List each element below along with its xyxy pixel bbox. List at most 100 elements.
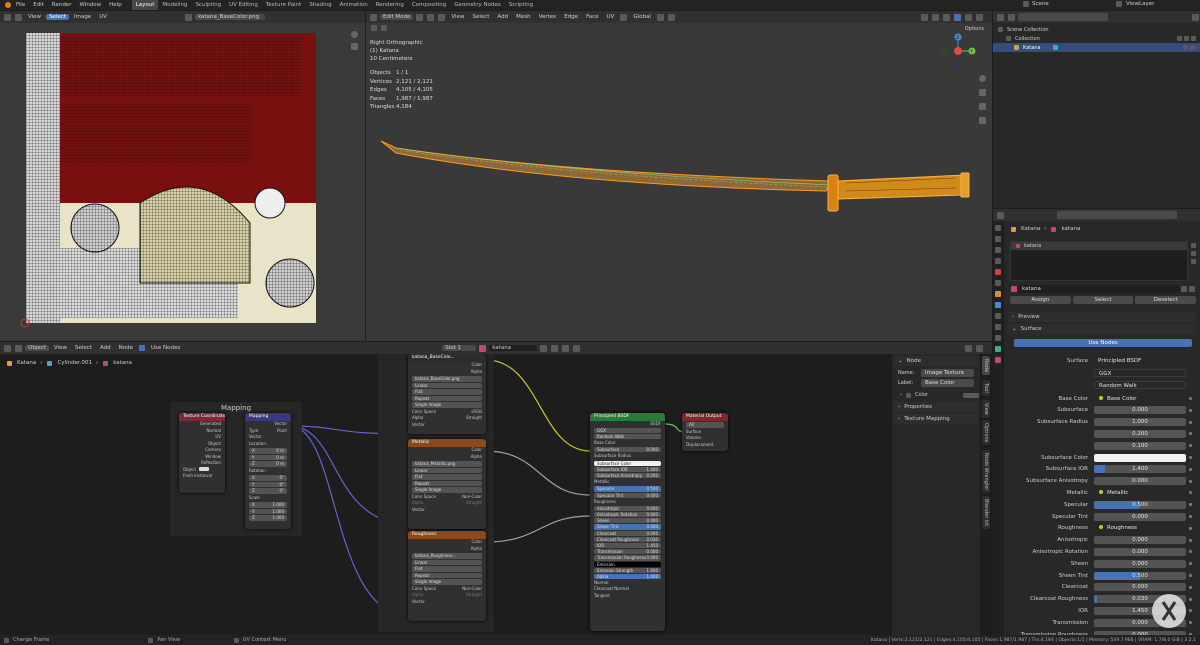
bsdf-input-field[interactable]: Transmission Roughness 0.000	[594, 555, 661, 561]
vp-menu-view[interactable]: View	[448, 14, 467, 20]
keyframe-dot-icon[interactable]	[1189, 420, 1192, 424]
material-name-field[interactable]: katana	[1018, 285, 1180, 293]
editor-type-icon[interactable]	[4, 344, 11, 352]
keyframe-dot-icon[interactable]	[1189, 408, 1192, 412]
node-input[interactable]: Vector	[408, 422, 486, 429]
tab-animation[interactable]: Animation	[336, 0, 372, 10]
subsurface-method-dropdown[interactable]: Random Walk	[594, 434, 661, 439]
keyframe-dot-icon[interactable]	[1189, 503, 1192, 507]
tab-compositing[interactable]: Compositing	[408, 0, 450, 10]
interpolation-dropdown[interactable]: Linear	[412, 467, 482, 473]
bsdf-input-field[interactable]: Emission	[594, 561, 661, 567]
shader-type-icon[interactable]	[15, 344, 22, 352]
shading-solid-icon[interactable]	[954, 13, 961, 21]
outliner-row-katana[interactable]: Katana	[993, 43, 1200, 52]
bsdf-input-socket[interactable]: Tangent	[590, 593, 665, 599]
modifier-tab-icon[interactable]	[995, 302, 1001, 308]
number-field[interactable]: 0.100	[1094, 441, 1186, 450]
image-browse-icon[interactable]	[185, 13, 193, 21]
rotation-z[interactable]: Z 0°	[249, 488, 287, 494]
zoom-icon[interactable]	[978, 75, 987, 84]
node-menu-view[interactable]: View	[51, 345, 70, 351]
keyframe-dot-icon[interactable]	[1189, 597, 1192, 601]
view-layer-tab-icon[interactable]	[995, 258, 1001, 264]
node-input[interactable]: Displacement	[682, 442, 728, 449]
scale-x[interactable]: X 1.000	[249, 502, 287, 508]
keyframe-dot-icon[interactable]	[1189, 621, 1192, 625]
keyframe-dot-icon[interactable]	[1189, 574, 1192, 577]
node-output[interactable]: Alpha	[408, 546, 486, 553]
material-tab-icon[interactable]	[995, 357, 1001, 363]
zoom-icon[interactable]	[350, 31, 358, 39]
xray-icon[interactable]	[932, 13, 939, 21]
number-field[interactable]: 0.000	[1094, 406, 1186, 415]
properties-search-input[interactable]	[1057, 211, 1177, 219]
surface-panel-header[interactable]: ⌄ Surface	[1008, 324, 1196, 334]
linked-input[interactable]: Base Color	[1094, 394, 1186, 403]
node-menu-add[interactable]: Add	[97, 345, 114, 351]
shading-render-icon[interactable]	[976, 13, 983, 21]
menu-help[interactable]: Help	[105, 2, 126, 8]
interpolation-dropdown[interactable]: Linear	[412, 559, 482, 565]
filter-icon[interactable]	[1008, 13, 1015, 21]
bsdf-input-field[interactable]: Clearcoat Roughness 0.030	[594, 536, 661, 542]
distribution-dropdown[interactable]: GGX	[594, 428, 661, 433]
node-output[interactable]: BSDF	[590, 421, 665, 427]
surface-shader-dropdown[interactable]: Principled BSDF	[1094, 356, 1186, 365]
uv-menu-select[interactable]: Select	[46, 14, 70, 20]
projection-dropdown[interactable]: Flat	[412, 566, 482, 572]
uv-menu-image[interactable]: Image	[71, 14, 94, 20]
world-tab-icon[interactable]	[995, 280, 1001, 286]
deselect-button[interactable]: Deselect	[1135, 296, 1197, 304]
node-menu-node[interactable]: Node	[116, 345, 136, 351]
camera-icon[interactable]	[1190, 45, 1195, 50]
overlay-icon[interactable]	[976, 344, 983, 352]
mode-dropdown[interactable]: Edit Mode	[380, 14, 414, 20]
uv-menu-uv[interactable]: UV	[96, 14, 110, 20]
shader-editor-area[interactable]: Katana › Cylinder.001 › katana Mapping T…	[0, 354, 992, 635]
number-field[interactable]: 0.000	[1094, 536, 1186, 545]
fake-user-icon[interactable]	[540, 344, 548, 352]
unlink-icon[interactable]	[562, 344, 570, 352]
hand-pan-icon[interactable]	[978, 89, 987, 98]
assign-button[interactable]: Assign	[1010, 296, 1071, 304]
sidebar-tab-node-wrangler[interactable]: Node Wrangler	[982, 450, 990, 494]
keyframe-dot-icon[interactable]	[1189, 526, 1192, 530]
extension-dropdown[interactable]: Repeat	[412, 395, 482, 401]
navigation-gizmo[interactable]: Z Y	[938, 31, 978, 71]
number-field[interactable]: 0.000	[1094, 547, 1186, 556]
constraints-tab-icon[interactable]	[995, 335, 1001, 341]
texture-coordinate-node[interactable]: Texture Coordinate Generated Normal UV O…	[179, 413, 225, 493]
base-color-texture-node[interactable]: katana_BaseColo... Color Alpha katana_Ba…	[408, 354, 486, 434]
object-tab-icon[interactable]	[995, 291, 1001, 297]
material-slot-list[interactable]: katana	[1010, 241, 1188, 281]
image-name-field[interactable]: katana_BaseColor.png	[195, 14, 266, 20]
bsdf-input-field[interactable]: Specular 0.500	[594, 486, 661, 492]
keyframe-dot-icon[interactable]	[1189, 432, 1192, 436]
edge-select-icon[interactable]	[427, 13, 435, 21]
bsdf-input-field[interactable]: Sheen 0.000	[594, 518, 661, 524]
vp-menu-uv[interactable]: UV	[604, 14, 618, 20]
uv-menu-view[interactable]: View	[25, 14, 44, 20]
tool-tab-icon[interactable]	[995, 225, 1001, 231]
orientation-dropdown[interactable]: Global	[630, 14, 654, 20]
projection-dropdown[interactable]: Flat	[412, 389, 482, 395]
scale-z[interactable]: Z 1.000	[249, 515, 287, 521]
outliner-row-scene-collection[interactable]: Scene Collection	[997, 25, 1197, 34]
image-field[interactable]: katana_Metallic.png	[412, 461, 482, 467]
keyframe-dot-icon[interactable]	[1189, 491, 1192, 495]
use-nodes-button[interactable]: Use Nodes	[1014, 339, 1192, 347]
add-slot-icon[interactable]	[1191, 243, 1196, 248]
scale-y[interactable]: Y 1.000	[249, 508, 287, 514]
node-name-input[interactable]: Image Texture	[921, 369, 974, 377]
shading-wire-icon[interactable]	[943, 13, 950, 21]
keyframe-dot-icon[interactable]	[1189, 550, 1192, 554]
image-field[interactable]: katana_BaseColor.png	[412, 376, 482, 382]
vp-menu-vertex[interactable]: Vertex	[536, 14, 560, 20]
use-nodes-checkbox[interactable]	[138, 345, 145, 351]
color-checkbox[interactable]	[906, 392, 911, 398]
keyframe-dot-icon[interactable]	[1189, 585, 1192, 589]
node-label-input[interactable]: Base Color	[921, 379, 974, 387]
face-select-icon[interactable]	[438, 13, 446, 21]
unlink-icon[interactable]	[1189, 286, 1195, 292]
